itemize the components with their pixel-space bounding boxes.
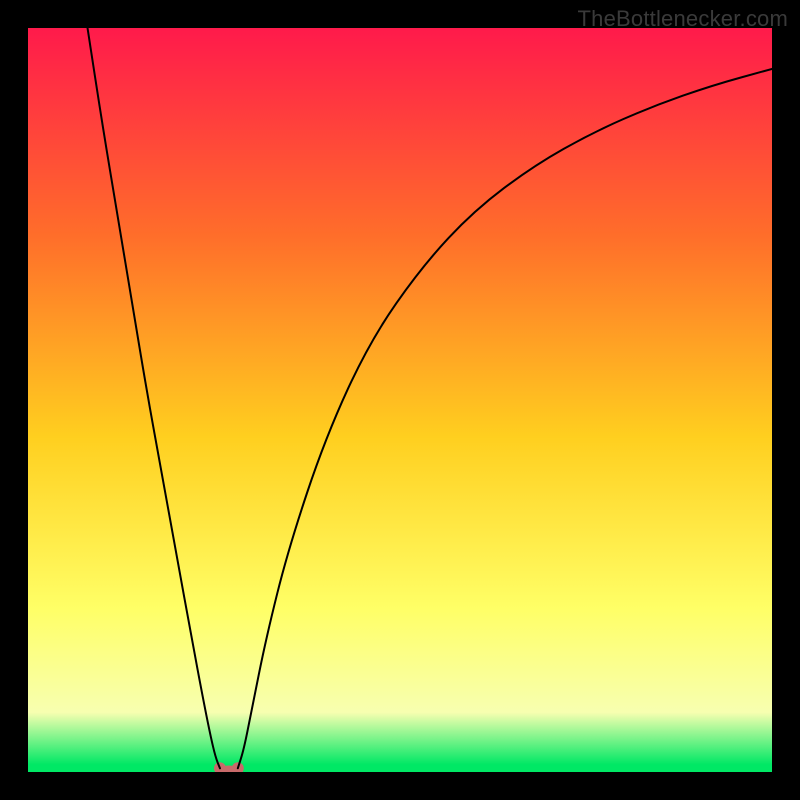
right-branch-curve [238,69,772,768]
bottleneck-curve-layer [28,28,772,772]
minimum-marker [220,768,238,772]
left-branch-curve [88,28,220,768]
chart-frame: TheBottlenecker.com [0,0,800,800]
plot-area [28,28,772,772]
watermark-text: TheBottlenecker.com [578,6,788,32]
